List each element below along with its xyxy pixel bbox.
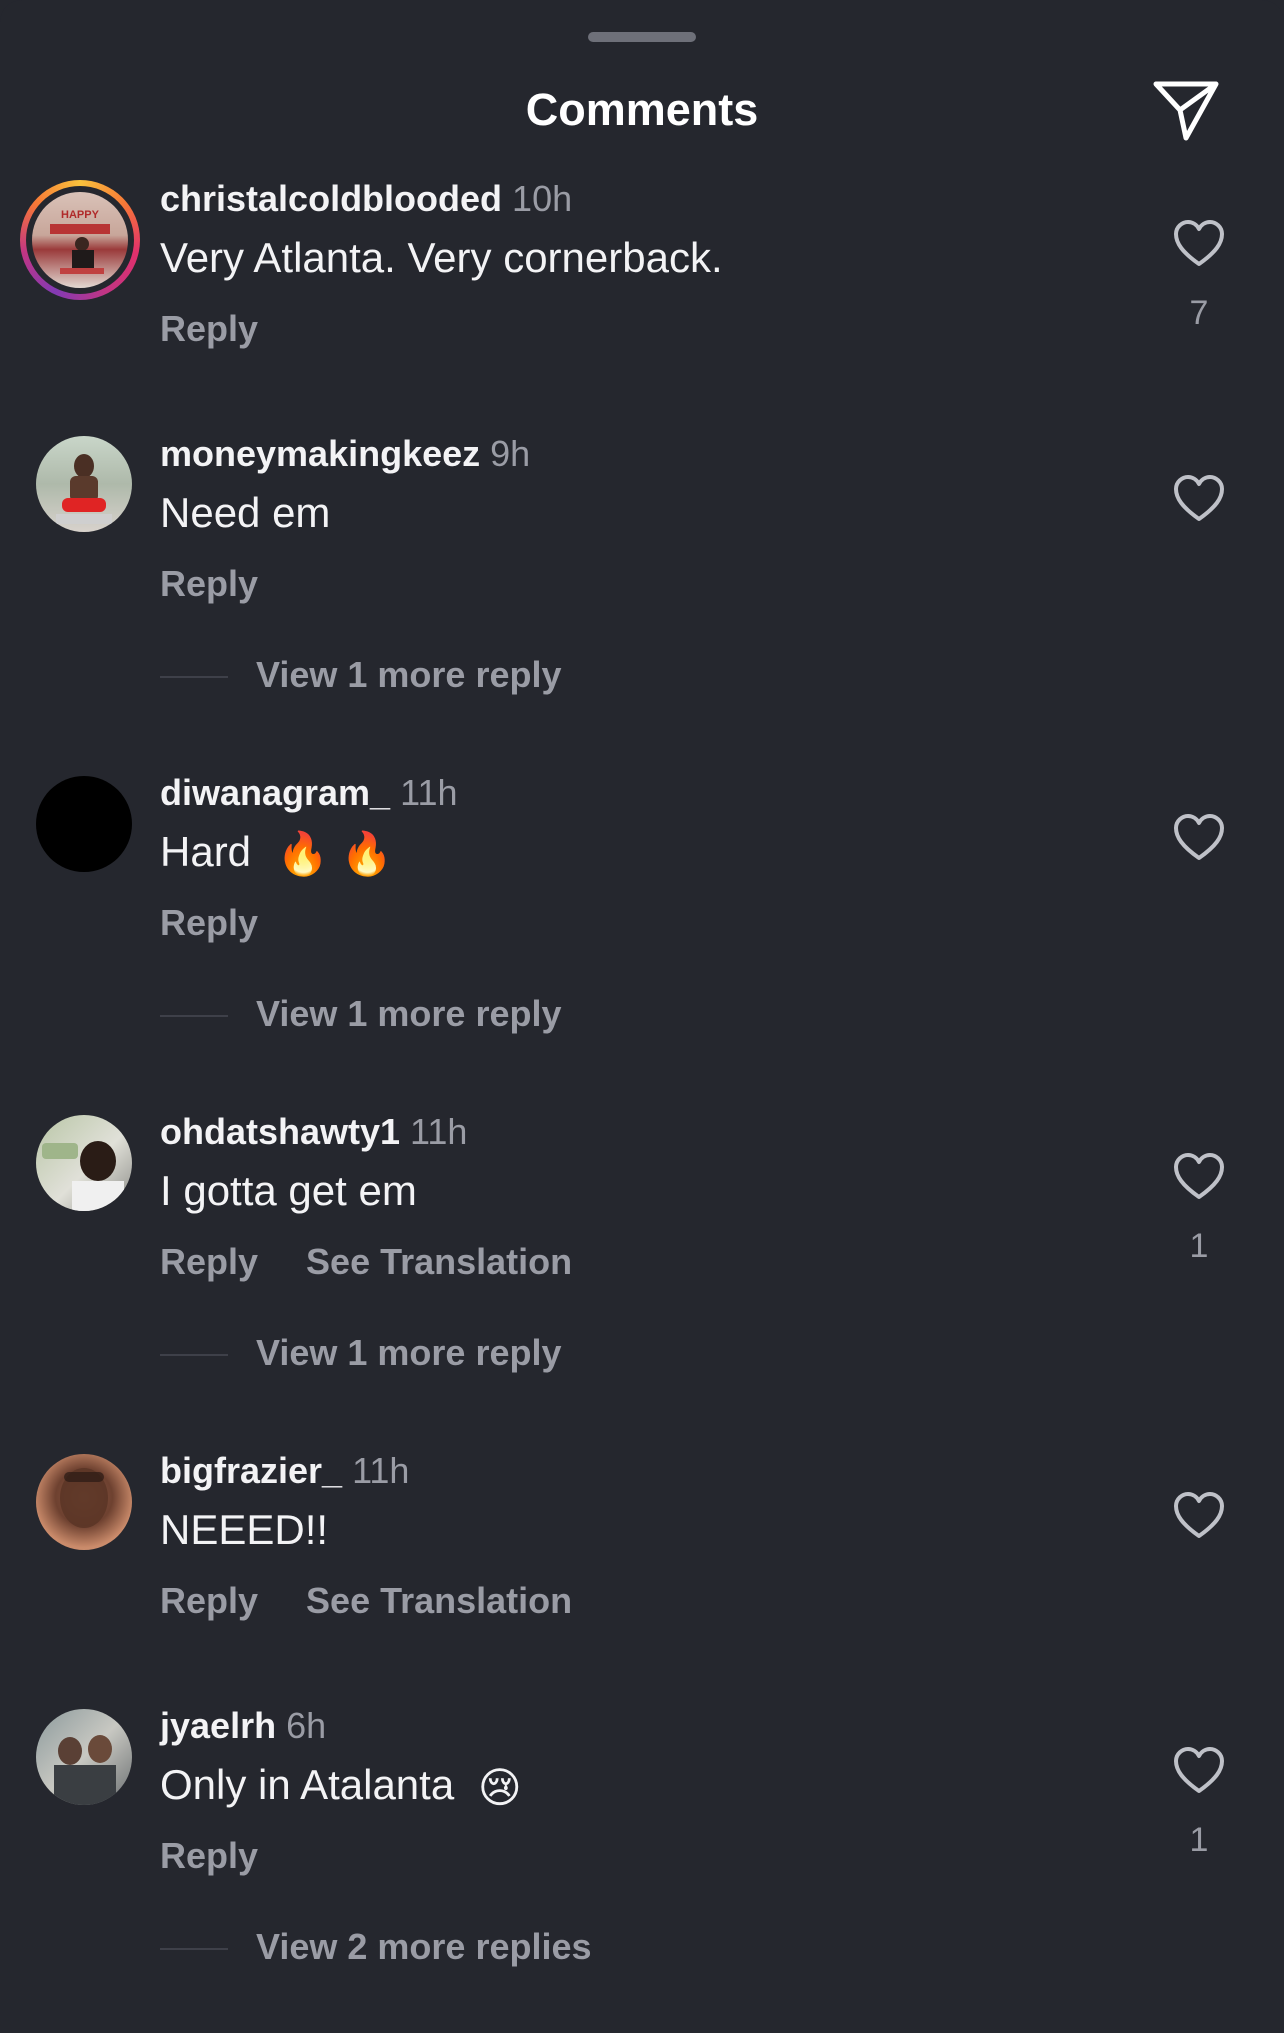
comment-text-body: Hard: [160, 828, 252, 875]
timestamp: 9h: [490, 433, 531, 474]
timestamp: 6h: [286, 1705, 327, 1746]
comment-actions: Reply: [160, 902, 258, 944]
comment-meta: bigfrazier_ 11h: [160, 1450, 409, 1492]
reply-button[interactable]: Reply: [160, 563, 258, 604]
like-count: 1: [1189, 1227, 1209, 1265]
comment-actions: Reply: [160, 308, 258, 350]
view-replies-button[interactable]: View 2 more replies: [160, 1926, 592, 1968]
comments-sheet: Comments HAPPY christalcoldblooded 10h Ve…: [0, 0, 1284, 2033]
see-translation-button[interactable]: See Translation: [306, 1241, 572, 1282]
comment-text: Very Atlanta. Very cornerback.: [160, 234, 723, 281]
like-count: 7: [1189, 294, 1209, 332]
username[interactable]: diwanagram_: [160, 772, 390, 813]
avatar[interactable]: [36, 436, 132, 532]
reply-button[interactable]: Reply: [160, 308, 258, 349]
divider: [160, 1948, 228, 1951]
reply-button[interactable]: Reply: [160, 1835, 258, 1876]
comment-text: NEEED!!: [160, 1506, 329, 1553]
comment-text: Only in Atalanta 😢: [160, 1761, 522, 1812]
share-button[interactable]: [1150, 76, 1222, 144]
avatar[interactable]: [36, 1115, 132, 1211]
username[interactable]: bigfrazier_: [160, 1450, 342, 1491]
view-replies-button[interactable]: View 1 more reply: [160, 993, 562, 1035]
view-replies-button[interactable]: View 1 more reply: [160, 654, 562, 696]
comment-text: Need em: [160, 489, 331, 536]
comment-meta: jyaelrh 6h: [160, 1705, 326, 1747]
heart-icon[interactable]: [1172, 812, 1226, 862]
reply-button[interactable]: Reply: [160, 1580, 258, 1621]
comment-text: Hard 🔥 🔥: [160, 828, 393, 879]
comment-meta: ohdatshawty1 11h: [160, 1111, 467, 1153]
divider: [160, 676, 228, 679]
comment-meta: diwanagram_ 11h: [160, 772, 458, 814]
view-replies-label: View 2 more replies: [256, 1926, 592, 1967]
avatar: HAPPY: [32, 192, 128, 288]
comment-meta: moneymakingkeez 9h: [160, 433, 530, 475]
comment-meta: christalcoldblooded 10h: [160, 178, 572, 220]
view-replies-label: View 1 more reply: [256, 993, 562, 1034]
drag-handle[interactable]: [588, 32, 696, 42]
crying-face-emoji: 😢: [477, 1764, 522, 1812]
avatar[interactable]: [36, 1454, 132, 1550]
comment-text: I gotta get em: [160, 1167, 417, 1214]
paper-plane-icon: [1153, 81, 1219, 141]
heart-icon[interactable]: [1172, 473, 1226, 523]
fire-emoji: 🔥 🔥: [276, 830, 393, 878]
page-title: Comments: [525, 84, 759, 135]
reply-button[interactable]: Reply: [160, 902, 258, 943]
username[interactable]: jyaelrh: [160, 1705, 276, 1746]
like-count: 1: [1189, 1821, 1209, 1859]
view-replies-label: View 1 more reply: [256, 1332, 562, 1373]
username[interactable]: moneymakingkeez: [160, 433, 480, 474]
comment-actions: Reply See Translation: [160, 1580, 572, 1622]
heart-icon[interactable]: [1172, 1490, 1226, 1540]
username[interactable]: christalcoldblooded: [160, 178, 502, 219]
heart-icon[interactable]: [1172, 1151, 1226, 1201]
timestamp: 10h: [512, 178, 573, 219]
view-replies-button[interactable]: View 1 more reply: [160, 1332, 562, 1374]
comment-actions: Reply: [160, 563, 258, 605]
divider: [160, 1354, 228, 1357]
divider: [160, 1015, 228, 1018]
reply-button[interactable]: Reply: [160, 1241, 258, 1282]
view-replies-label: View 1 more reply: [256, 654, 562, 695]
see-translation-button[interactable]: See Translation: [306, 1580, 572, 1621]
story-ring[interactable]: HAPPY: [20, 180, 140, 300]
comment-actions: Reply: [160, 1835, 258, 1877]
avatar[interactable]: [36, 1709, 132, 1805]
comment-actions: Reply See Translation: [160, 1241, 572, 1283]
timestamp: 11h: [352, 1450, 410, 1491]
comment-text-body: Only in Atalanta: [160, 1761, 455, 1808]
avatar-banner-text: HAPPY: [61, 209, 100, 221]
timestamp: 11h: [400, 772, 458, 813]
username[interactable]: ohdatshawty1: [160, 1111, 400, 1152]
heart-icon[interactable]: [1172, 218, 1226, 268]
heart-icon[interactable]: [1172, 1745, 1226, 1795]
avatar[interactable]: [36, 776, 132, 872]
timestamp: 11h: [410, 1111, 468, 1152]
